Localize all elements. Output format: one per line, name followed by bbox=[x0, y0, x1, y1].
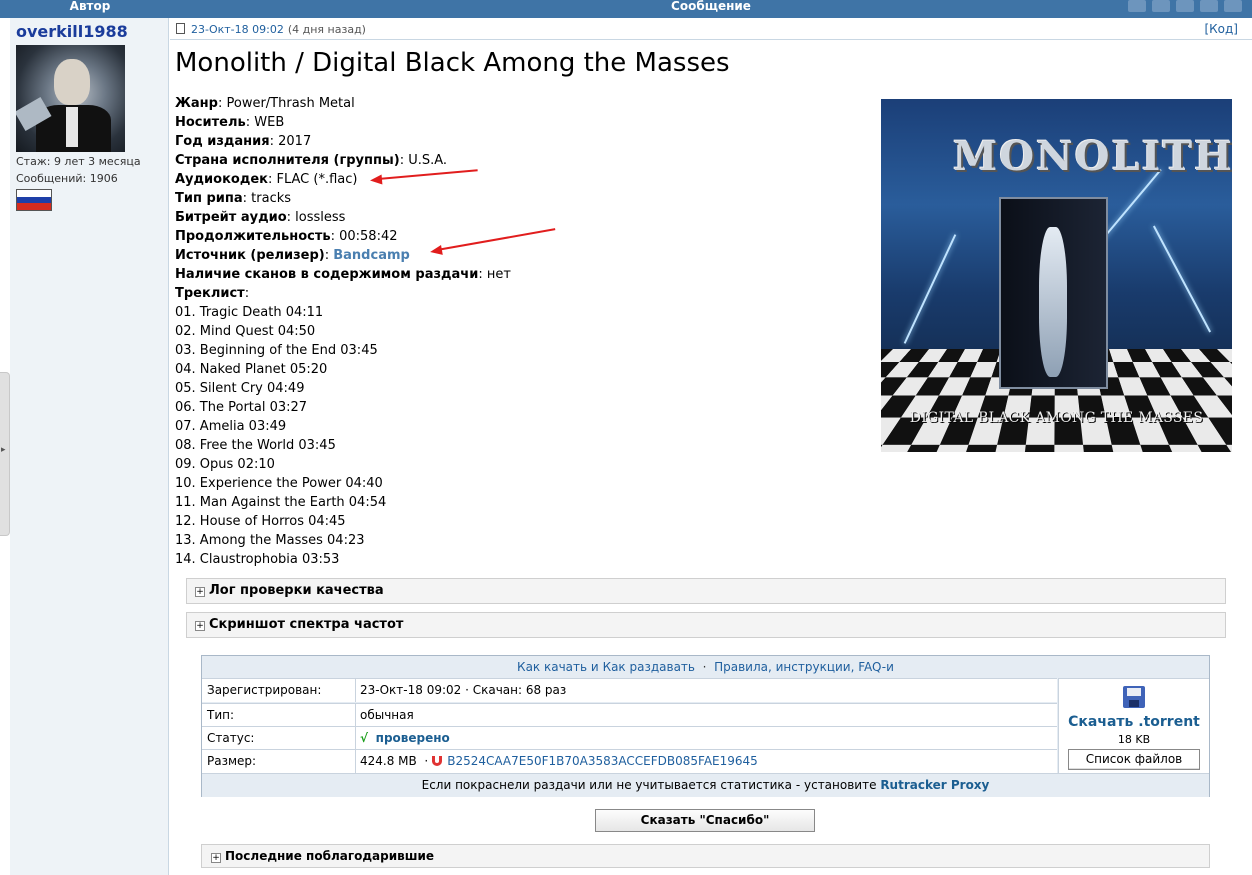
track-item: 08. Free the World 03:45 bbox=[175, 438, 336, 453]
help-links: Как качать и Как раздавать · Правила, ин… bbox=[517, 660, 894, 674]
track-item: 07. Amelia 03:49 bbox=[175, 419, 287, 434]
track-item: 13. Among the Masses 04:23 bbox=[175, 533, 365, 548]
annotation-arrow-head bbox=[429, 245, 443, 257]
info-scans: Наличие сканов в содержимом раздачи: нет bbox=[175, 267, 511, 282]
twitter-share-icon[interactable] bbox=[1152, 0, 1170, 12]
ok-share-icon[interactable] bbox=[1200, 0, 1218, 12]
vk-share-icon[interactable] bbox=[1176, 0, 1194, 12]
torrent-info-table: Как качать и Как раздавать · Правила, ин… bbox=[201, 655, 1210, 797]
spoiler-spectrum[interactable]: + Скриншот спектра частот bbox=[186, 612, 1226, 638]
registered-row: Зарегистрирован: 23-Окт-18 09:02 · Скача… bbox=[202, 678, 1057, 702]
info-duration: Продолжительность: 00:58:42 bbox=[175, 229, 398, 244]
cover-logo: MONOLITH bbox=[953, 133, 1232, 180]
russia-flag-icon bbox=[16, 189, 52, 211]
annotation-arrow-head bbox=[369, 174, 383, 186]
check-icon: √ bbox=[360, 731, 369, 745]
download-torrent-link[interactable]: Скачать .torrent bbox=[1059, 714, 1209, 730]
author-username[interactable]: overkill1988 bbox=[16, 22, 128, 41]
say-thanks-button[interactable]: Сказать "Спасибо" bbox=[595, 809, 815, 832]
info-country: Страна исполнителя (группы): U.S.A. bbox=[175, 153, 448, 168]
torrent-file-size: 18 KB bbox=[1117, 733, 1151, 746]
how-download-link[interactable]: Как качать bbox=[517, 660, 587, 674]
how-seed-link[interactable]: Как раздавать bbox=[603, 660, 695, 674]
mail-share-icon[interactable] bbox=[1224, 0, 1242, 12]
track-item: 06. The Portal 03:27 bbox=[175, 400, 308, 415]
track-item: 02. Mind Quest 04:50 bbox=[175, 324, 316, 339]
author-column-header: Автор bbox=[69, 0, 111, 13]
facebook-share-icon[interactable] bbox=[1128, 0, 1146, 12]
album-cover-image: MONOLITH DIGITAL BLACK AMONG THE MASSES bbox=[881, 99, 1232, 452]
spoiler-quality-log[interactable]: + Лог проверки качества bbox=[186, 578, 1226, 604]
post-title: Monolith / Digital Black Among the Masse… bbox=[175, 48, 730, 78]
size-row: Размер: 424.8 MB · B2524CAA7E50F1B70A3583… bbox=[202, 749, 1057, 773]
magnet-icon[interactable] bbox=[432, 756, 443, 766]
bandcamp-link[interactable]: Bandcamp bbox=[333, 248, 410, 263]
spoiler-last-thanks[interactable]: + Последние поблагодарившие bbox=[201, 844, 1210, 868]
post-age: (4 дня назад) bbox=[287, 23, 366, 36]
message-column-header: Сообщение bbox=[671, 0, 751, 13]
track-item: 09. Opus 02:10 bbox=[175, 457, 275, 472]
post-meta: 23-Окт-18 09:02 (4 дня назад) bbox=[176, 23, 366, 36]
expand-icon[interactable]: + bbox=[211, 853, 221, 863]
release-info: Жанр: Power/Thrash Metal Носитель: WEB Г… bbox=[175, 94, 875, 569]
post-date[interactable]: 23-Окт-18 09:02 bbox=[191, 23, 284, 36]
type-row: Тип: обычная bbox=[202, 703, 1057, 727]
floppy-disk-icon[interactable] bbox=[1123, 686, 1145, 708]
info-year: Год издания: 2017 bbox=[175, 134, 312, 149]
status-row: Статус: √ проверено bbox=[202, 726, 1057, 750]
track-item: 04. Naked Planet 05:20 bbox=[175, 362, 328, 377]
info-media: Носитель: WEB bbox=[175, 115, 285, 130]
track-item: 11. Man Against the Earth 04:54 bbox=[175, 495, 387, 510]
proxy-notice: Если покраснели раздачи или не учитывает… bbox=[202, 773, 1209, 797]
track-item: 14. Claustrophobia 03:53 bbox=[175, 552, 340, 567]
rules-link[interactable]: Правила, инструкции, FAQ-и bbox=[714, 660, 894, 674]
magnet-hash-link[interactable]: B2524CAA7E50F1B70A3583ACCEFDB085FAE19645 bbox=[447, 754, 758, 768]
track-item: 01. Tragic Death 04:11 bbox=[175, 305, 324, 320]
expand-icon[interactable]: + bbox=[195, 621, 205, 631]
info-source: Источник (релизер): Bandcamp bbox=[175, 248, 410, 263]
author-posts: Сообщений: 1906 bbox=[16, 172, 118, 185]
side-collapse-handle[interactable]: ▸ bbox=[0, 372, 10, 536]
track-item: 10. Experience the Power 04:40 bbox=[175, 476, 383, 491]
chevron-right-icon: ▸ bbox=[1, 445, 6, 455]
info-rip-type: Тип рипа: tracks bbox=[175, 191, 292, 206]
track-item: 05. Silent Cry 04:49 bbox=[175, 381, 305, 396]
info-tracklist-label: Треклист: bbox=[175, 286, 250, 301]
track-item: 03. Beginning of the End 03:45 bbox=[175, 343, 378, 358]
avatar bbox=[16, 45, 125, 152]
cover-tagline: DIGITAL BLACK AMONG THE MASSES bbox=[909, 410, 1204, 426]
expand-icon[interactable]: + bbox=[195, 587, 205, 597]
rutracker-proxy-link[interactable]: Rutracker Proxy bbox=[880, 778, 989, 792]
table-header: Автор Сообщение bbox=[0, 0, 1252, 18]
status-badge: проверено bbox=[375, 731, 450, 745]
info-genre: Жанр: Power/Thrash Metal bbox=[175, 96, 355, 111]
author-tenure: Стаж: 9 лет 3 месяца bbox=[16, 155, 141, 168]
download-panel: Скачать .torrent 18 KB Список файлов bbox=[1058, 678, 1209, 773]
post-icon[interactable] bbox=[176, 23, 185, 34]
file-list-button[interactable]: Список файлов bbox=[1068, 749, 1200, 770]
track-item: 12. House of Horros 04:45 bbox=[175, 514, 346, 529]
code-link[interactable]: [Код] bbox=[1204, 22, 1238, 36]
info-codec: Аудиокодек: FLAC (*.flac) bbox=[175, 172, 358, 187]
info-bitrate: Битрейт аудио: lossless bbox=[175, 210, 346, 225]
